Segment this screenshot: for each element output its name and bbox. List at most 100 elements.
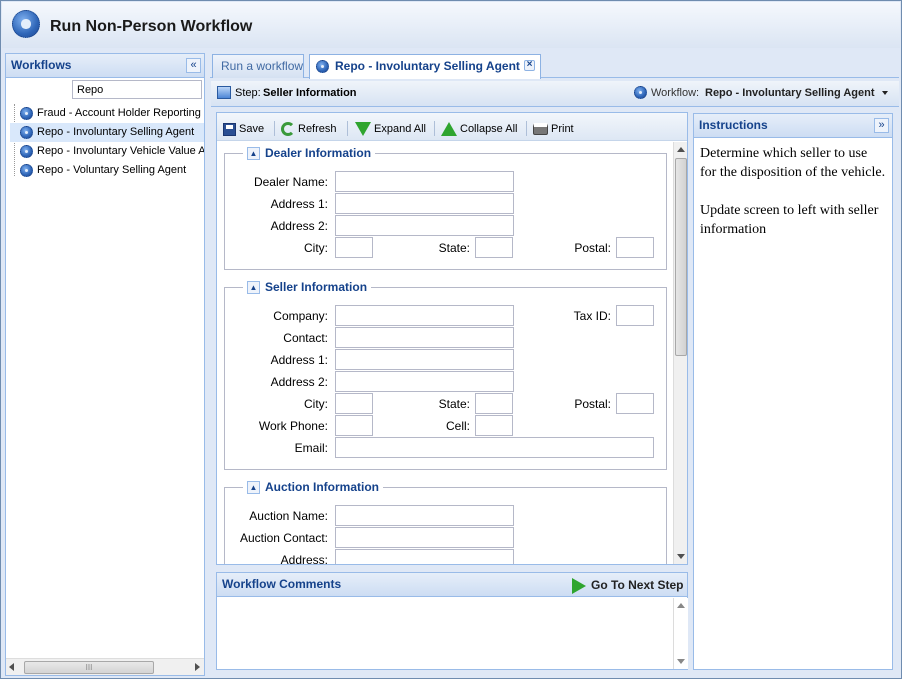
- seller-information-legend: ▲ Seller Information: [243, 280, 372, 295]
- scroll-up-arrow-icon[interactable]: [677, 603, 685, 608]
- seller-address2-label: Address 2:: [270, 375, 328, 389]
- gear-icon: [634, 86, 647, 99]
- double-chevron-right-icon[interactable]: »: [874, 118, 889, 133]
- collapse-toggle-icon[interactable]: ▲: [247, 281, 260, 295]
- form-panel: Save Refresh Expand All Collapse All Pri…: [216, 112, 688, 565]
- form-vscrollbar[interactable]: [673, 142, 687, 564]
- tree-item-fraud-account-holder[interactable]: Fraud - Account Holder Reporting: [20, 104, 204, 123]
- green-arrow-down-icon: [355, 122, 371, 137]
- workflow-comments-textarea[interactable]: [217, 598, 673, 669]
- toolbar-separator: [274, 121, 275, 136]
- auction-name-input[interactable]: [335, 505, 514, 526]
- dealer-address1-input[interactable]: [335, 193, 514, 214]
- tree-item-label: Fraud - Account Holder Reporting: [37, 107, 201, 119]
- save-button[interactable]: Save: [223, 119, 264, 139]
- step-bar: Step: Seller Information Workflow: Repo …: [211, 81, 899, 107]
- tree-item-label: Repo - Voluntary Selling Agent: [37, 164, 187, 176]
- tab-close-icon[interactable]: ×: [524, 60, 535, 71]
- auction-contact-label: Auction Contact:: [239, 531, 328, 545]
- legend-label: Seller Information: [265, 280, 368, 294]
- dealer-city-label: City:: [304, 241, 328, 255]
- print-button[interactable]: Print: [533, 119, 574, 139]
- sidebar-hscrollbar[interactable]: III: [6, 658, 204, 675]
- tree-item-repo-involuntary-vehicle[interactable]: Repo - Involuntary Vehicle Value Adjustm…: [20, 142, 204, 161]
- workflow-name: Repo - Involuntary Selling Agent: [705, 87, 875, 99]
- floppy-disk-icon: [223, 122, 236, 136]
- expand-all-label: Expand All: [374, 123, 426, 135]
- app-title: Run Non-Person Workflow: [50, 18, 253, 35]
- comments-vscrollbar[interactable]: [673, 598, 688, 669]
- seller-state-label: State:: [438, 397, 470, 411]
- expand-all-button[interactable]: Expand All: [355, 119, 426, 139]
- dealer-state-label: State:: [438, 241, 470, 255]
- seller-email-input[interactable]: [335, 437, 654, 458]
- seller-tax-id-label: Tax ID:: [573, 309, 611, 323]
- instructions-paragraph: Update screen to left with seller inform…: [700, 203, 879, 237]
- refresh-button[interactable]: Refresh: [281, 119, 337, 139]
- gear-icon: [20, 126, 33, 139]
- seller-city-label: City:: [304, 397, 328, 411]
- seller-email-label: Email:: [294, 441, 328, 455]
- seller-postal-input[interactable]: [616, 393, 654, 414]
- chevron-down-icon: [881, 91, 888, 96]
- hscroll-grip: III: [85, 663, 93, 672]
- vscroll-thumb[interactable]: [675, 158, 687, 356]
- app-header: Run Non-Person Workflow: [2, 2, 900, 48]
- dealer-name-input[interactable]: [335, 171, 514, 192]
- scroll-down-arrow-icon[interactable]: [677, 554, 685, 559]
- seller-address1-label: Address 1:: [270, 353, 328, 367]
- dealer-state-input[interactable]: [475, 237, 513, 258]
- dealer-city-input[interactable]: [335, 237, 373, 258]
- workflows-panel-header: Workflows: [6, 54, 204, 78]
- dealer-postal-label: Postal:: [574, 241, 611, 255]
- auction-information-legend: ▲ Auction Information: [243, 480, 383, 495]
- tab-repo-involuntary-selling[interactable]: Repo - Involuntary Selling Agent ×: [309, 54, 541, 79]
- dealer-address2-label: Address 2:: [270, 219, 328, 233]
- tree-item-repo-voluntary-selling[interactable]: Repo - Voluntary Selling Agent: [20, 161, 204, 180]
- dealer-postal-input[interactable]: [616, 237, 654, 258]
- seller-tax-id-input[interactable]: [616, 305, 654, 326]
- go-to-next-step-label: Go To Next Step: [591, 578, 684, 592]
- refresh-icon: [281, 122, 295, 137]
- toolbar-separator: [526, 121, 527, 136]
- seller-cell-label: Cell:: [445, 419, 470, 433]
- workflow-selector[interactable]: Repo - Involuntary Selling Agent: [705, 87, 888, 99]
- scroll-left-arrow-icon[interactable]: [9, 663, 14, 671]
- seller-contact-input[interactable]: [335, 327, 514, 348]
- seller-state-input[interactable]: [475, 393, 513, 414]
- dealer-address2-input[interactable]: [335, 215, 514, 236]
- form-toolbar: Save Refresh Expand All Collapse All Pri…: [217, 113, 687, 141]
- workflow-search-input[interactable]: [72, 80, 202, 99]
- collapse-toggle-icon[interactable]: ▲: [247, 147, 260, 161]
- seller-work-phone-input[interactable]: [335, 415, 373, 436]
- dealer-information-legend: ▲ Dealer Information: [243, 146, 376, 161]
- tree-item-label: Repo - Involuntary Vehicle Value Adjustm…: [37, 145, 204, 157]
- go-to-next-step-button[interactable]: Go To Next Step: [572, 576, 683, 594]
- scroll-down-arrow-icon[interactable]: [677, 659, 685, 664]
- auction-contact-input[interactable]: [335, 527, 514, 548]
- seller-contact-label: Contact:: [283, 331, 328, 345]
- double-chevron-left-icon[interactable]: «: [186, 58, 201, 73]
- hscroll-thumb[interactable]: III: [24, 661, 154, 674]
- workflows-panel: Workflows « Fraud - Account Holder Repor…: [5, 53, 205, 676]
- app-window: Run Non-Person Workflow Workflows « Frau…: [0, 0, 902, 679]
- seller-cell-input[interactable]: [475, 415, 513, 436]
- collapse-all-button[interactable]: Collapse All: [441, 119, 517, 139]
- scroll-up-arrow-icon[interactable]: [677, 147, 685, 152]
- seller-address1-input[interactable]: [335, 349, 514, 370]
- scroll-right-arrow-icon[interactable]: [195, 663, 200, 671]
- save-label: Save: [239, 123, 265, 135]
- seller-company-input[interactable]: [335, 305, 514, 326]
- tree-item-repo-involuntary-selling[interactable]: Repo - Involuntary Selling Agent: [10, 123, 204, 142]
- printer-icon: [533, 123, 548, 136]
- workflow-comments-panel: Workflow Comments Go To Next Step: [216, 572, 688, 670]
- collapse-toggle-icon[interactable]: ▲: [247, 481, 260, 495]
- dealer-name-label: Dealer Name:: [253, 175, 328, 189]
- step-name: Seller Information: [263, 87, 357, 99]
- tab-run-a-workflow[interactable]: Run a workflow: [212, 54, 304, 78]
- seller-city-input[interactable]: [335, 393, 373, 414]
- toolbar-separator: [434, 121, 435, 136]
- seller-address2-input[interactable]: [335, 371, 514, 392]
- auction-address-label: Address:: [280, 553, 328, 564]
- auction-address-input[interactable]: [335, 549, 514, 564]
